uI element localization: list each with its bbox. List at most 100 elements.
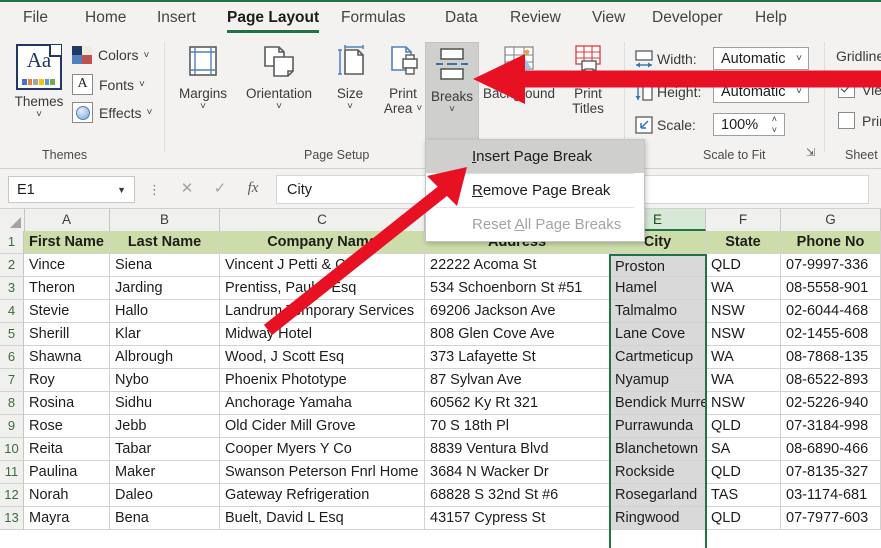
- cell-C9[interactable]: Old Cider Mill Grove: [220, 415, 425, 438]
- cell-G9[interactable]: 07-3184-998: [781, 415, 881, 438]
- width-select[interactable]: Automatic ˅: [713, 47, 809, 70]
- margins-button[interactable]: Margins ˅: [172, 44, 234, 112]
- cell-C8[interactable]: Anchorage Yamaha: [220, 392, 425, 415]
- cell-C12[interactable]: Gateway Refrigeration: [220, 484, 425, 507]
- cell-D6[interactable]: 373 Lafayette St: [425, 346, 610, 369]
- row-header-4[interactable]: 4: [0, 300, 24, 323]
- column-header-F[interactable]: F: [706, 209, 781, 231]
- tab-developer[interactable]: Developer: [643, 4, 732, 34]
- breaks-button[interactable]: Breaks ˅: [425, 42, 479, 140]
- column-header-G[interactable]: G: [781, 209, 881, 231]
- cell-G10[interactable]: 08-6890-466: [781, 438, 881, 461]
- cell-A7[interactable]: Roy: [24, 369, 110, 392]
- cell-A6[interactable]: Shawna: [24, 346, 110, 369]
- cell-E10[interactable]: Blanchetown: [610, 438, 706, 461]
- row-header-6[interactable]: 6: [0, 346, 24, 369]
- cell-E5[interactable]: Lane Cove: [610, 323, 706, 346]
- cell-F2[interactable]: QLD: [706, 254, 781, 277]
- gridlines-print-checkbox-row[interactable]: Prin: [838, 112, 881, 129]
- cell-C5[interactable]: Midway Hotel: [220, 323, 425, 346]
- scale-height-row[interactable]: Height: Automatic ˅: [634, 80, 809, 103]
- row-header-7[interactable]: 7: [0, 369, 24, 392]
- height-select[interactable]: Automatic ˅: [713, 80, 809, 103]
- cell-G6[interactable]: 08-7868-135: [781, 346, 881, 369]
- cell-G11[interactable]: 07-8135-327: [781, 461, 881, 484]
- worksheet-grid[interactable]: ABCDEFG 12345678910111213 First NameLast…: [0, 209, 881, 548]
- cell-B5[interactable]: Klar: [110, 323, 220, 346]
- cell-F7[interactable]: WA: [706, 369, 781, 392]
- cell-F9[interactable]: QLD: [706, 415, 781, 438]
- tab-home[interactable]: Home: [76, 4, 135, 34]
- cell-E2[interactable]: Proston: [610, 254, 706, 277]
- header-cell-B1[interactable]: Last Name: [110, 231, 220, 254]
- cell-E13[interactable]: Ringwood: [610, 507, 706, 530]
- cell-F6[interactable]: WA: [706, 346, 781, 369]
- background-button[interactable]: Background: [478, 44, 560, 101]
- gridlines-print-checkbox[interactable]: [838, 112, 855, 129]
- cell-A13[interactable]: Mayra: [24, 507, 110, 530]
- cell-D5[interactable]: 808 Glen Cove Ave: [425, 323, 610, 346]
- cell-B3[interactable]: Jarding: [110, 277, 220, 300]
- cell-E3[interactable]: Hamel: [610, 277, 706, 300]
- cell-G8[interactable]: 02-5226-940: [781, 392, 881, 415]
- cell-C13[interactable]: Buelt, David L Esq: [220, 507, 425, 530]
- cell-F10[interactable]: SA: [706, 438, 781, 461]
- cell-A2[interactable]: Vince: [24, 254, 110, 277]
- cell-E12[interactable]: Rosegarland: [610, 484, 706, 507]
- cell-B11[interactable]: Maker: [110, 461, 220, 484]
- cell-C4[interactable]: Landrum Temporary Services: [220, 300, 425, 323]
- theme-colors-button[interactable]: Colors ˅: [72, 46, 149, 64]
- menu-item-insert-page-break[interactable]: Insert Page Break: [426, 140, 644, 173]
- header-cell-C1[interactable]: Company Name: [220, 231, 425, 254]
- cell-G5[interactable]: 02-1455-608: [781, 323, 881, 346]
- tab-help[interactable]: Help: [746, 4, 796, 34]
- tab-insert[interactable]: Insert: [148, 4, 205, 34]
- print-area-button[interactable]: Print Area ˅: [376, 44, 430, 116]
- print-titles-button[interactable]: Print Titles: [560, 44, 616, 116]
- row-header-3[interactable]: 3: [0, 277, 24, 300]
- cell-D7[interactable]: 87 Sylvan Ave: [425, 369, 610, 392]
- cell-F4[interactable]: NSW: [706, 300, 781, 323]
- row-header-11[interactable]: 11: [0, 461, 24, 484]
- cancel-formula-button[interactable]: ✕: [172, 177, 202, 200]
- cell-C3[interactable]: Prentiss, Paul F Esq: [220, 277, 425, 300]
- cell-C10[interactable]: Cooper Myers Y Co: [220, 438, 425, 461]
- name-box-chevron-down-icon[interactable]: ▼: [117, 185, 126, 195]
- header-cell-G1[interactable]: Phone No: [781, 231, 881, 254]
- cell-D3[interactable]: 534 Schoenborn St #51: [425, 277, 610, 300]
- row-header-13[interactable]: 13: [0, 507, 24, 530]
- cell-E6[interactable]: Cartmeticup: [610, 346, 706, 369]
- header-cell-A1[interactable]: First Name: [24, 231, 110, 254]
- cell-C2[interactable]: Vincent J Petti & Co: [220, 254, 425, 277]
- scale-width-row[interactable]: Width: Automatic ˅: [634, 47, 809, 70]
- cell-G4[interactable]: 02-6044-468: [781, 300, 881, 323]
- row-header-2[interactable]: 2: [0, 254, 24, 277]
- cell-B6[interactable]: Albrough: [110, 346, 220, 369]
- theme-effects-button[interactable]: Effects ˅: [72, 102, 152, 123]
- tab-review[interactable]: Review: [501, 4, 570, 34]
- size-button[interactable]: Size ˅: [324, 44, 376, 112]
- cell-C11[interactable]: Swanson Peterson Fnrl Home: [220, 461, 425, 484]
- name-box[interactable]: E1 ▼: [8, 176, 135, 203]
- cell-D8[interactable]: 60562 Ky Rt 321: [425, 392, 610, 415]
- cell-A12[interactable]: Norah: [24, 484, 110, 507]
- cell-E7[interactable]: Nyamup: [610, 369, 706, 392]
- themes-button[interactable]: Aa Themes ˅: [8, 44, 70, 120]
- cell-D12[interactable]: 68828 S 32nd St #6: [425, 484, 610, 507]
- column-header-C[interactable]: C: [220, 209, 425, 231]
- row-header-1[interactable]: 1: [0, 231, 24, 254]
- cell-E4[interactable]: Talmalmo: [610, 300, 706, 323]
- row-header-8[interactable]: 8: [0, 392, 24, 415]
- cell-B10[interactable]: Tabar: [110, 438, 220, 461]
- select-all-corner[interactable]: [0, 209, 25, 232]
- confirm-formula-button[interactable]: ✓: [205, 177, 235, 200]
- cell-B2[interactable]: Siena: [110, 254, 220, 277]
- cell-B9[interactable]: Jebb: [110, 415, 220, 438]
- cell-A5[interactable]: Sherill: [24, 323, 110, 346]
- cell-G13[interactable]: 07-7977-603: [781, 507, 881, 530]
- cell-B8[interactable]: Sidhu: [110, 392, 220, 415]
- insert-function-button[interactable]: fx: [238, 177, 268, 200]
- scale-to-fit-dialog-launcher[interactable]: ⇲: [806, 146, 815, 159]
- cell-B12[interactable]: Daleo: [110, 484, 220, 507]
- tab-file[interactable]: File: [14, 4, 57, 34]
